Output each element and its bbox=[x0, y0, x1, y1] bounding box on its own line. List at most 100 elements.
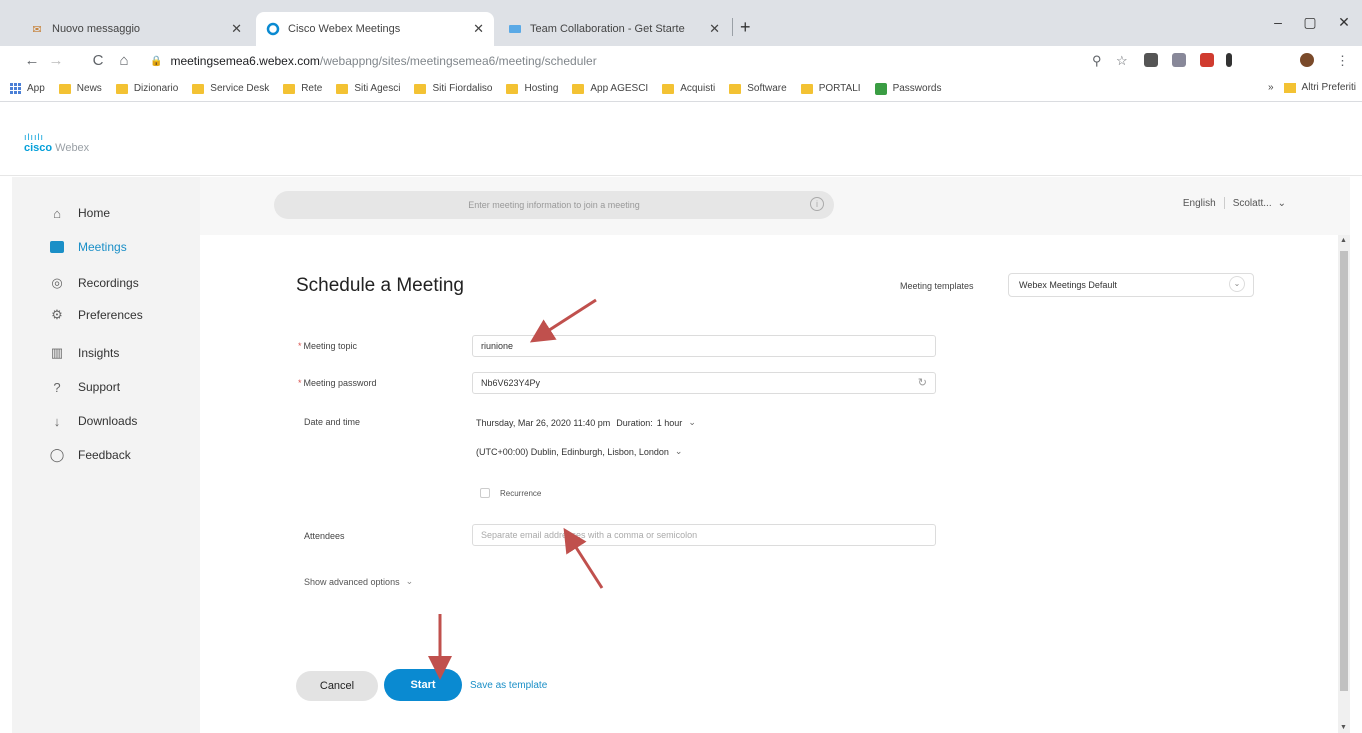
sidebar-item-home[interactable]: ⌂ Home bbox=[48, 205, 110, 221]
sidebar-item-label: Feedback bbox=[78, 448, 131, 462]
scrollbar-thumb[interactable] bbox=[1340, 251, 1348, 691]
download-icon: ↓ bbox=[53, 413, 61, 429]
save-as-template-link[interactable]: Save as template bbox=[470, 680, 547, 691]
start-button[interactable]: Start bbox=[384, 669, 462, 701]
browser-tabstrip: ✉ Nuovo messaggio ✕ Cisco Webex Meetings… bbox=[0, 0, 1362, 46]
bookmark-passwords[interactable]: Passwords bbox=[874, 82, 941, 95]
bookmark-label: Siti Agesci bbox=[354, 83, 401, 94]
duration-value[interactable]: 1 hour bbox=[657, 418, 683, 428]
scroll-down-icon[interactable]: ▼ bbox=[1340, 724, 1347, 731]
webex-logo[interactable]: ılıılı cisco Webex bbox=[24, 132, 89, 155]
bookmark-label: App bbox=[27, 83, 45, 94]
checkbox[interactable] bbox=[480, 488, 490, 498]
back-button[interactable]: ← bbox=[22, 52, 42, 69]
bookmark-folder[interactable]: App AGESCI bbox=[572, 83, 648, 94]
join-meeting-input[interactable]: Enter meeting information to join a meet… bbox=[274, 191, 834, 219]
bookmark-folder[interactable]: Software bbox=[729, 83, 787, 94]
sidebar-item-support[interactable]: ? Support bbox=[48, 379, 120, 395]
menu-icon[interactable]: ⋮ bbox=[1336, 53, 1349, 69]
close-icon[interactable]: ✕ bbox=[709, 21, 720, 37]
webex-page: ılıılı cisco Webex ⌂ Home Meetings ◎ Reco… bbox=[0, 103, 1362, 733]
forward-button[interactable]: → bbox=[46, 52, 66, 69]
bookmark-folder[interactable]: News bbox=[58, 83, 102, 94]
sidebar-item-meetings[interactable]: Meetings bbox=[48, 239, 127, 255]
zoom-icon[interactable]: ⚲ bbox=[1092, 53, 1102, 69]
support-icon: ? bbox=[53, 379, 61, 395]
attendees-input[interactable]: Separate email addresses with a comma or… bbox=[472, 524, 936, 546]
bookmark-folder[interactable]: Dizionario bbox=[115, 83, 178, 94]
chevron-down-icon[interactable]: ⌄ bbox=[688, 417, 696, 428]
sidebar-item-downloads[interactable]: ↓ Downloads bbox=[48, 413, 138, 429]
bookmark-folder[interactable]: Service Desk bbox=[192, 83, 269, 94]
address-bar[interactable]: 🔒 meetingsemea6.webex.com /webappng/site… bbox=[150, 49, 1150, 73]
extension-icon[interactable] bbox=[1172, 53, 1186, 67]
bookmark-label: Siti Fiordaliso bbox=[432, 83, 493, 94]
datetime-row: Thursday, Mar 26, 2020 11:40 pm Duration… bbox=[476, 417, 696, 428]
bookmark-folder[interactable]: Acquisti bbox=[662, 83, 715, 94]
tab-webex[interactable]: Cisco Webex Meetings ✕ bbox=[256, 12, 494, 46]
cancel-button[interactable]: Cancel bbox=[296, 671, 378, 701]
bookmark-folder[interactable]: Hosting bbox=[506, 83, 558, 94]
bookmark-folder[interactable]: Siti Fiordaliso bbox=[414, 83, 492, 94]
home-button[interactable]: ⌂ bbox=[114, 52, 134, 69]
chevron-down-icon[interactable]: ⌄ bbox=[1278, 198, 1286, 209]
maximize-button[interactable]: ▢ bbox=[1300, 14, 1320, 31]
sidebar-item-preferences[interactable]: ⚙ Preferences bbox=[48, 307, 143, 323]
chevron-down-icon: ⌄ bbox=[1229, 276, 1245, 292]
url-host: meetingsemea6.webex.com bbox=[170, 54, 320, 68]
folder-icon bbox=[506, 83, 519, 94]
main-content: Enter meeting information to join a meet… bbox=[200, 177, 1350, 733]
folder-icon bbox=[336, 83, 349, 94]
refresh-icon[interactable]: ↻ bbox=[918, 376, 927, 389]
minimize-button[interactable]: – bbox=[1268, 14, 1288, 30]
new-tab-button[interactable]: + bbox=[740, 17, 751, 38]
bookmark-folder[interactable]: Siti Agesci bbox=[336, 83, 400, 94]
join-placeholder: Enter meeting information to join a meet… bbox=[468, 200, 640, 210]
tab-mail[interactable]: ✉ Nuovo messaggio ✕ bbox=[20, 12, 252, 46]
datetime-value[interactable]: Thursday, Mar 26, 2020 11:40 pm bbox=[476, 418, 610, 428]
sidebar: ⌂ Home Meetings ◎ Recordings ⚙ Preferenc… bbox=[12, 177, 200, 733]
extension-icon[interactable] bbox=[1144, 53, 1158, 67]
bookmark-label: Acquisti bbox=[680, 83, 716, 94]
language-selector[interactable]: English bbox=[1183, 198, 1216, 209]
folder-icon bbox=[729, 83, 742, 94]
chevron-down-icon: ⌄ bbox=[405, 576, 414, 586]
bookmarks-overflow[interactable]: » bbox=[1268, 82, 1274, 93]
meeting-password-input[interactable]: Nb6V623Y4Py ↻ bbox=[472, 372, 936, 394]
scrollbar[interactable]: ▲ ▼ bbox=[1338, 235, 1350, 733]
bookmark-folder[interactable]: PORTALI bbox=[800, 83, 861, 94]
datetime-label: Date and time bbox=[304, 417, 361, 427]
info-icon[interactable]: i bbox=[810, 197, 824, 211]
sidebar-item-insights[interactable]: ▥ Insights bbox=[48, 345, 120, 361]
star-icon[interactable]: ☆ bbox=[1116, 53, 1128, 69]
reload-button[interactable]: C bbox=[88, 52, 108, 69]
sidebar-item-label: Downloads bbox=[78, 414, 138, 428]
close-icon[interactable]: ✕ bbox=[231, 21, 242, 37]
attendees-placeholder: Separate email addresses with a comma or… bbox=[481, 530, 698, 540]
other-bookmarks-label: Altri Preferiti bbox=[1301, 82, 1356, 93]
bookmark-apps[interactable]: App bbox=[10, 82, 45, 95]
meeting-topic-input[interactable]: riunione bbox=[472, 335, 936, 357]
user-menu[interactable]: Scolatt... bbox=[1233, 198, 1272, 209]
recurrence-checkbox[interactable]: Recurrence bbox=[480, 488, 541, 498]
sidebar-item-recordings[interactable]: ◎ Recordings bbox=[48, 275, 138, 291]
meeting-template-select[interactable]: Webex Meetings Default ⌄ bbox=[1008, 273, 1254, 297]
close-icon[interactable]: ✕ bbox=[473, 21, 484, 37]
tab-teams[interactable]: Team Collaboration - Get Starte ✕ bbox=[498, 12, 730, 46]
profile-avatar[interactable] bbox=[1300, 53, 1314, 67]
bookmark-folder[interactable]: Rete bbox=[283, 83, 322, 94]
meetings-icon bbox=[48, 239, 66, 255]
bookmark-label: Service Desk bbox=[210, 83, 270, 94]
sidebar-item-feedback[interactable]: ◯ Feedback bbox=[48, 447, 131, 463]
other-bookmarks[interactable]: » Altri Preferiti bbox=[1268, 82, 1356, 93]
close-window-button[interactable]: ✕ bbox=[1334, 14, 1354, 31]
extension-icon[interactable] bbox=[1200, 53, 1214, 67]
folder-icon bbox=[572, 83, 585, 94]
sidebar-item-label: Support bbox=[78, 380, 121, 394]
extension-icon[interactable] bbox=[1226, 53, 1232, 67]
cisco-bars-icon: ılıılı bbox=[24, 132, 45, 142]
recordings-icon: ◎ bbox=[51, 275, 63, 290]
show-advanced-options[interactable]: Show advanced options ⌄ bbox=[304, 576, 413, 587]
timezone-row[interactable]: (UTC+00:00) Dublin, Edinburgh, Lisbon, L… bbox=[476, 446, 682, 457]
scroll-up-icon[interactable]: ▲ bbox=[1340, 237, 1347, 244]
